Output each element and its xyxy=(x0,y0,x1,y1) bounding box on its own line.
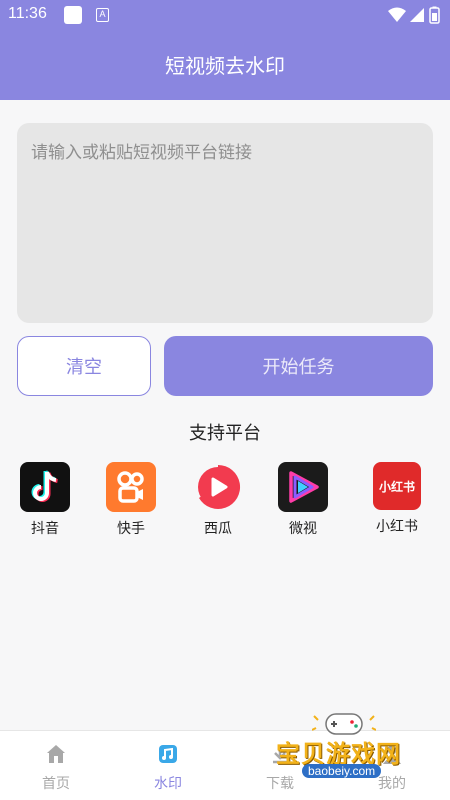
signal-icon xyxy=(410,8,424,22)
douyin-icon xyxy=(20,462,70,512)
notification-icon xyxy=(64,6,82,24)
platform-label: 快手 xyxy=(117,521,145,537)
platform-label: 微视 xyxy=(289,521,317,537)
watermark-url: baobeiy.com xyxy=(302,764,382,778)
start-task-button[interactable]: 开始任务 xyxy=(164,336,433,396)
home-icon xyxy=(47,745,65,763)
weishi-icon xyxy=(278,462,328,512)
keyboard-a-icon: A xyxy=(96,8,109,22)
platform-douyin[interactable]: 抖音 xyxy=(15,462,75,538)
tab-watermark[interactable]: 水印 xyxy=(138,743,198,793)
watermark-icon xyxy=(159,745,177,763)
platform-xiaohongshu[interactable]: 小红书 小红书 xyxy=(367,462,427,536)
platform-label: 小红书 xyxy=(376,519,418,535)
status-time: 11:36 xyxy=(8,5,47,22)
platform-label: 抖音 xyxy=(31,521,59,537)
clear-button[interactable]: 清空 xyxy=(17,336,151,396)
tab-home[interactable]: 首页 xyxy=(26,743,86,793)
kuaishou-icon xyxy=(106,462,156,512)
page-title: 短视频去水印 xyxy=(165,54,285,78)
wifi-icon xyxy=(388,7,406,22)
app-bar: 短视频去水印 xyxy=(0,30,450,100)
platform-kuaishou[interactable]: 快手 xyxy=(101,462,161,538)
xigua-icon xyxy=(193,462,243,512)
link-input[interactable] xyxy=(17,123,433,323)
platform-xigua[interactable]: 西瓜 xyxy=(188,462,248,538)
xiaohongshu-icon: 小红书 xyxy=(373,462,421,510)
supported-platforms-title: 支持平台 xyxy=(189,423,261,444)
platform-weishi[interactable]: 微视 xyxy=(273,462,333,538)
platform-label: 西瓜 xyxy=(204,521,232,537)
status-icons xyxy=(388,6,440,24)
status-bar: 11:36 A xyxy=(0,0,450,30)
site-watermark: 宝贝游戏网 baobeiy.com xyxy=(262,704,422,784)
